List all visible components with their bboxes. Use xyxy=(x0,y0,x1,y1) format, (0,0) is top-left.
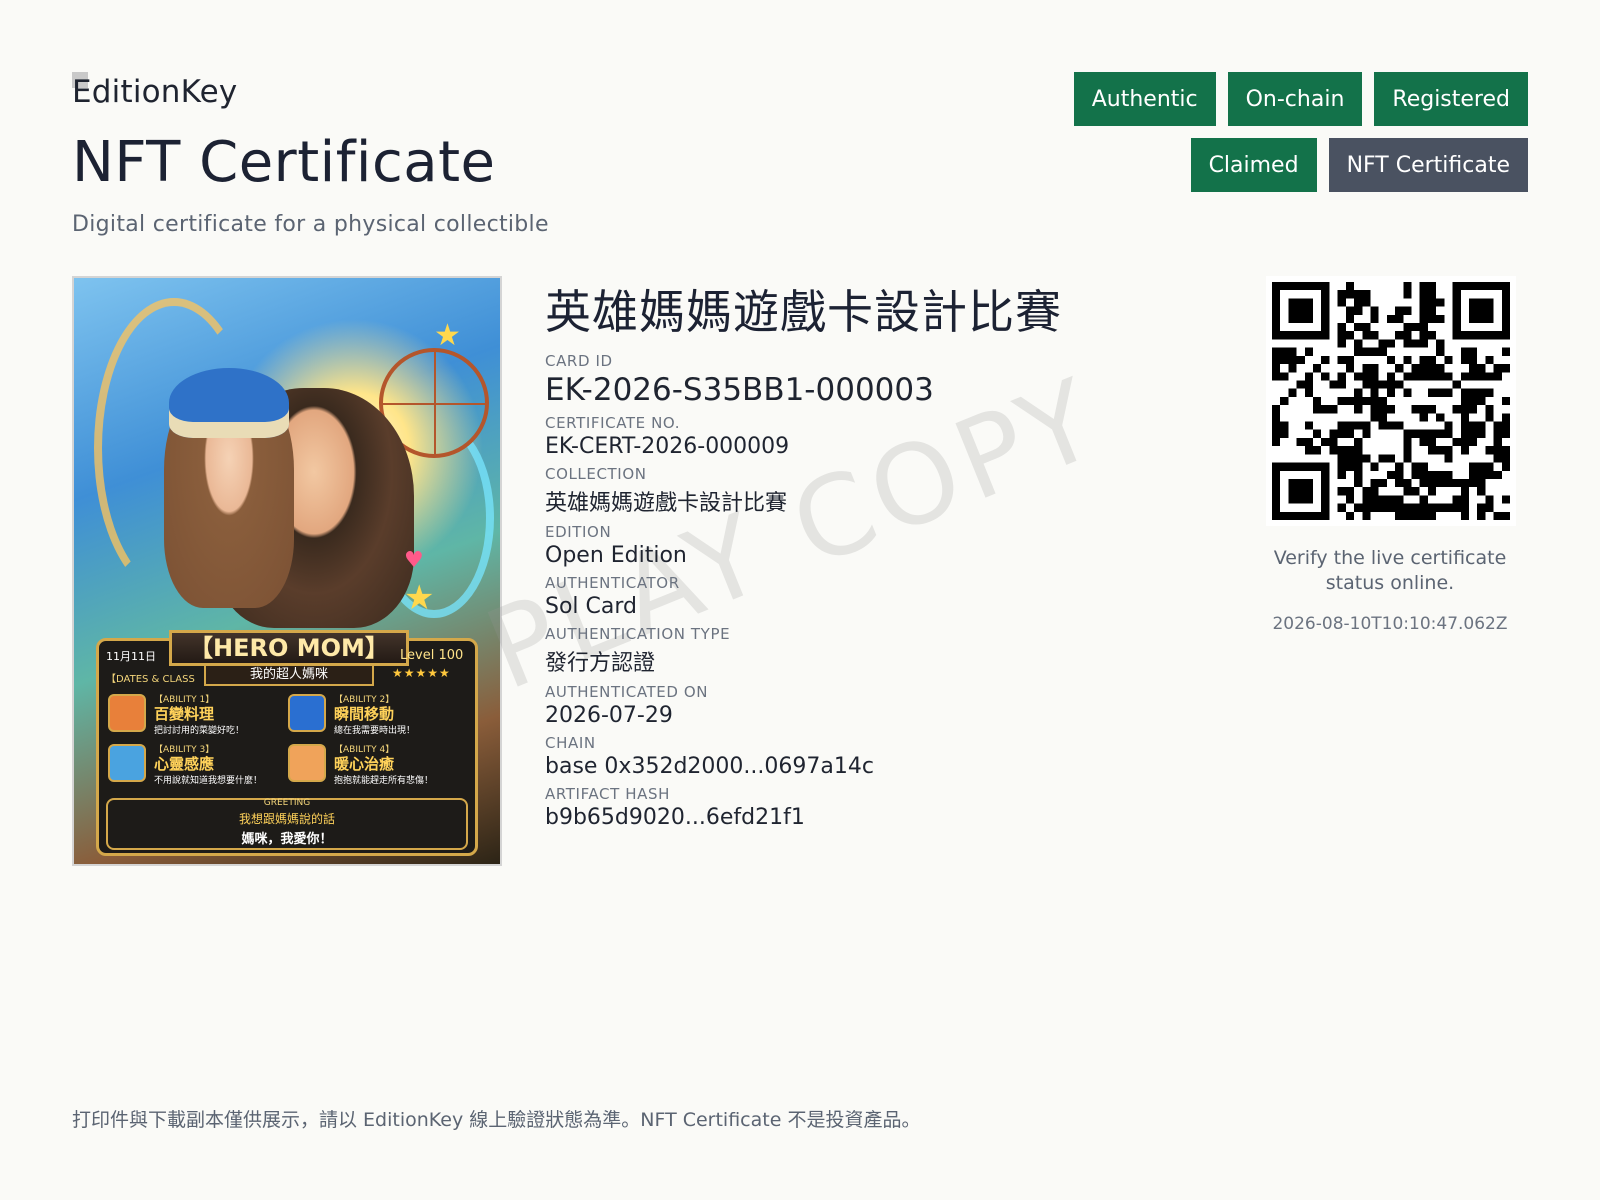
card-artwork: ★ ★ ♥ 11月11日 【DATES & CLASS 【HERO MOM】 我… xyxy=(72,276,502,866)
ability-name: 百變料理 xyxy=(154,705,215,723)
qr-code-icon xyxy=(1272,282,1510,520)
field-label-authentication-type: AUTHENTICATION TYPE xyxy=(545,625,731,643)
card-date: 11月11日 xyxy=(106,650,156,663)
ability-name: 心靈感應 xyxy=(154,755,215,773)
card-name: 英雄媽媽遊戲卡設計比賽 xyxy=(545,285,1062,339)
brand-name: EditionKey xyxy=(72,74,238,110)
ability-name: 瞬間移動 xyxy=(334,705,395,723)
field-label-card-id: CARD ID xyxy=(545,352,613,370)
card-subbanner: 我的超人媽咪 xyxy=(204,664,374,686)
certificate-details: 英雄媽媽遊戲卡設計比賽 CARD ID EK-2026-S35BB1-00000… xyxy=(545,276,1185,836)
badge-authentic: Authentic xyxy=(1073,72,1216,126)
page-title: NFT Certificate xyxy=(72,130,496,195)
verification-timestamp: 2026-08-10T10:10:47.062Z xyxy=(1272,614,1508,634)
ability-3: 【ABILITY 3】 心靈感應 不用說就知道我想要什麼！ xyxy=(108,742,288,786)
star-icon: ★ xyxy=(404,578,435,618)
card-greeting: GREETING 我想跟媽媽說的話 媽咪，我愛你！ xyxy=(106,798,468,850)
badge-claimed: Claimed xyxy=(1190,138,1317,192)
teleport-icon xyxy=(288,694,326,732)
ability-name: 暖心治癒 xyxy=(334,755,395,773)
shark-hat-icon xyxy=(169,368,289,438)
greeting-line1: 我想跟媽媽說的話 xyxy=(238,812,335,826)
footer-disclaimer: 打印件與下載副本僅供展示，請以 EditionKey 線上驗證狀態為準。NFT … xyxy=(72,1109,921,1131)
field-value-authenticated-on: 2026-07-29 xyxy=(545,703,673,728)
field-value-authenticator: Sol Card xyxy=(545,594,637,619)
greeting-tag: GREETING xyxy=(263,798,311,808)
verification-qr-code[interactable] xyxy=(1266,276,1516,526)
ability-4: 【ABILITY 4】 暖心治癒 抱抱就能趕走所有悲傷！ xyxy=(288,742,468,786)
field-label-artifact-hash: ARTIFACT HASH xyxy=(545,785,670,803)
card-level: Level 100 xyxy=(400,648,464,663)
ability-desc: 不用說就知道我想要什麼！ xyxy=(154,776,263,786)
field-value-collection: 英雄媽媽遊戲卡設計比賽 xyxy=(545,491,788,516)
card-stars: ★★★★★ xyxy=(392,666,451,680)
badge-on-chain: On-chain xyxy=(1227,72,1363,126)
ability-2: 【ABILITY 2】 瞬間移動 總在我需要時出現！ xyxy=(288,692,468,736)
ability-desc: 把討討用的菜變好吃！ xyxy=(154,726,245,736)
ability-desc: 抱抱就能趕走所有悲傷！ xyxy=(334,776,434,786)
field-label-certificate-no: CERTIFICATE NO. xyxy=(545,414,681,432)
page-subtitle: Digital certificate for a physical colle… xyxy=(72,212,549,237)
badge-nft-certificate: NFT Certificate xyxy=(1328,138,1528,192)
heart-icon: ♥ xyxy=(404,548,424,573)
field-label-edition: EDITION xyxy=(545,523,612,541)
field-label-authenticator: AUTHENTICATOR xyxy=(545,574,680,592)
ability-1: 【ABILITY 1】 百變料理 把討討用的菜變好吃！ xyxy=(108,692,288,736)
status-badges: Authentic On-chain Registered Claimed NF… xyxy=(1058,72,1528,192)
field-value-certificate-no: EK-CERT-2026-000009 xyxy=(545,434,790,459)
field-label-authenticated-on: AUTHENTICATED ON xyxy=(545,683,709,701)
star-icon: ★ xyxy=(434,318,461,353)
field-value-card-id: EK-2026-S35BB1-000003 xyxy=(545,372,934,408)
field-label-chain: CHAIN xyxy=(545,734,596,752)
verify-text: Verify the live certificate status onlin… xyxy=(1273,547,1507,594)
ability-desc: 總在我需要時出現！ xyxy=(334,726,416,736)
speech-bubble-icon xyxy=(108,744,146,782)
hug-icon xyxy=(288,744,326,782)
card-banner: 【HERO MOM】 xyxy=(169,630,409,666)
field-value-chain: base 0x352d2000...0697a14c xyxy=(545,754,874,779)
field-label-collection: COLLECTION xyxy=(545,465,647,483)
cooking-icon xyxy=(108,694,146,732)
card-date-class: 【DATES & CLASS xyxy=(106,674,195,685)
field-value-edition: Open Edition xyxy=(545,543,687,568)
badge-registered: Registered xyxy=(1374,72,1528,126)
field-value-artifact-hash: b9b65d9020...6efd21f1 xyxy=(545,805,805,830)
greeting-line2: 媽咪，我愛你！ xyxy=(241,832,333,847)
field-value-authentication-type: 發行方認證 xyxy=(545,651,656,676)
